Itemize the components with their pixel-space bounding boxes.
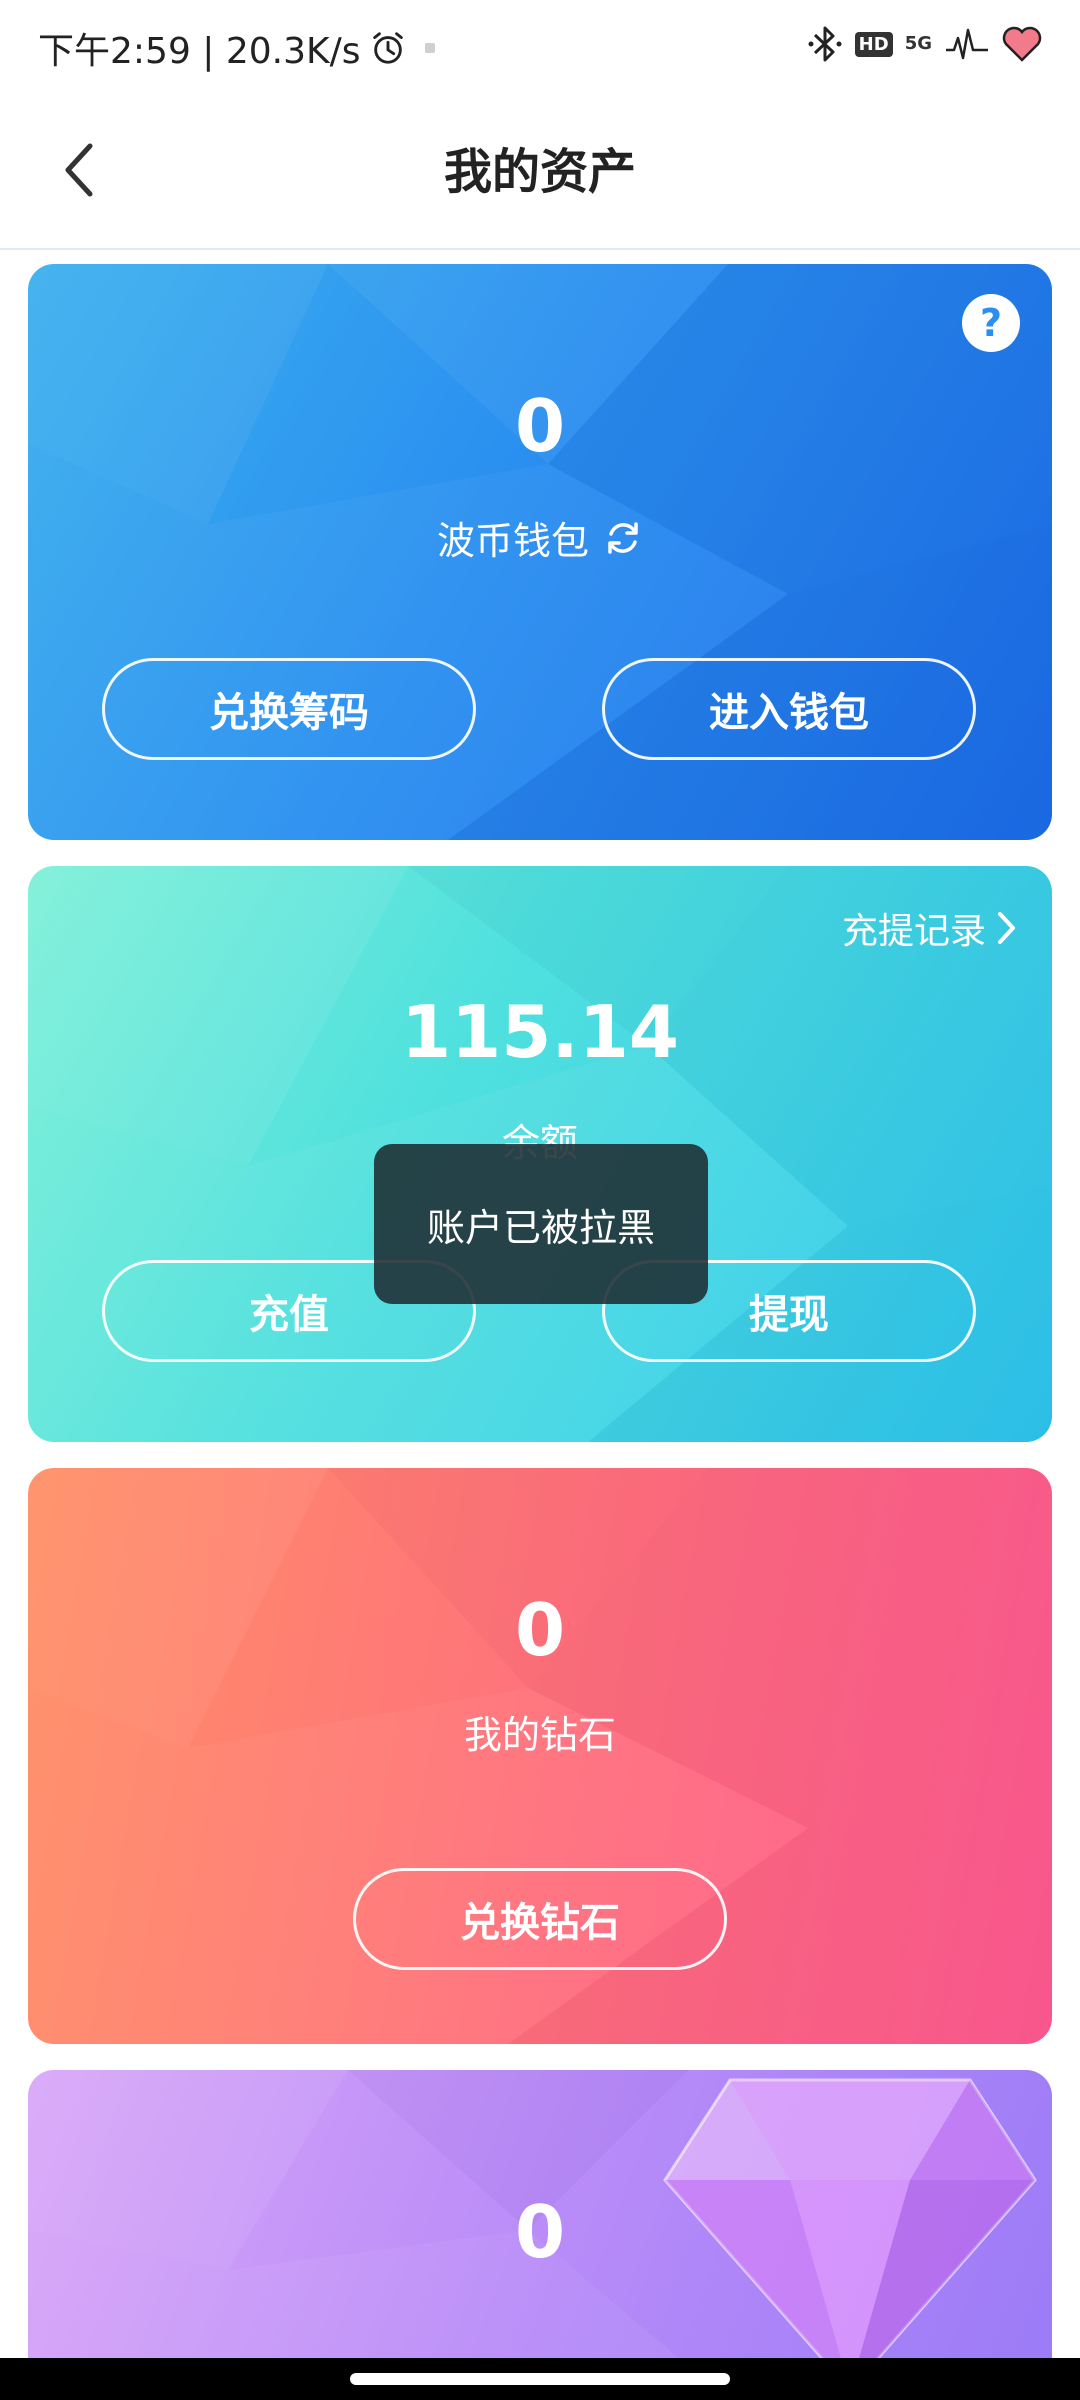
chevron-right-icon [998, 912, 1015, 944]
diamond-caption: 我的钻石 [28, 1704, 1052, 1759]
status-left: 下午2:59 | 20.3K/s [38, 22, 435, 74]
diamond-amount: 0 [514, 1588, 566, 1672]
alarm-icon [372, 32, 403, 64]
heart-rate-icon [1002, 26, 1042, 62]
wallet-caption: 波币钱包 [28, 510, 1052, 565]
diamond-card: 0 我的钻石 兑换钻石 [28, 1468, 1052, 2044]
app-header: 我的资产 [0, 92, 1080, 250]
wallet-card: ? 0 波币钱包 兑换筹码 进入钱包 [28, 264, 1052, 840]
refresh-icon[interactable] [603, 518, 643, 558]
help-button[interactable]: ? [962, 294, 1020, 352]
exchange-chips-button[interactable]: 兑换筹码 [102, 658, 476, 760]
gem-card: 0 [28, 2070, 1052, 2400]
bluetooth-icon [808, 26, 842, 62]
exchange-diamond-button[interactable]: 兑换钻石 [353, 1868, 727, 1970]
help-icon: ? [979, 301, 1003, 345]
signal-icon [946, 28, 988, 60]
notification-dot [424, 43, 435, 53]
wallet-label: 波币钱包 [436, 519, 589, 563]
status-time-speed: 下午2:59 | 20.3K/s [38, 31, 361, 72]
diamond-label: 我的钻石 [463, 1713, 616, 1757]
recharge-records-link[interactable]: 充提记录 [842, 902, 1018, 954]
status-bar: 下午2:59 | 20.3K/s HD 5G [0, 0, 1080, 92]
hd-badge: HD [854, 31, 893, 57]
recharge-records-label: 充提记录 [841, 911, 986, 952]
enter-wallet-button[interactable]: 进入钱包 [602, 658, 976, 760]
home-gesture-handle[interactable] [350, 2373, 730, 2385]
page-title: 我的资产 [443, 144, 636, 200]
status-right: HD 5G [807, 24, 1042, 64]
toast-message: 账户已被拉黑 [374, 1144, 708, 1304]
network-label: 5G [904, 33, 932, 54]
gem-amount: 0 [514, 2190, 566, 2274]
wallet-amount: 0 [514, 384, 566, 468]
balance-amount: 115.14 [401, 990, 679, 1074]
